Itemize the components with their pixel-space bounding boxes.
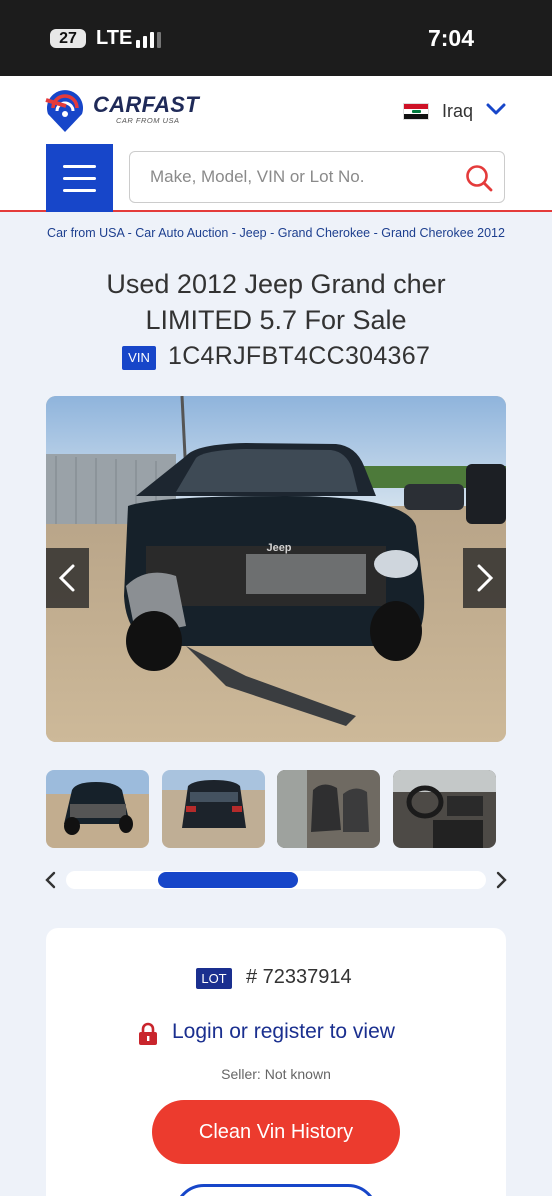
thumbnail-3[interactable]	[277, 770, 380, 848]
signal-icon	[136, 30, 166, 48]
thumbnail-4[interactable]	[393, 770, 496, 848]
next-photo-button[interactable]	[463, 548, 506, 608]
lot-number: # 72337914	[246, 966, 352, 988]
menu-button[interactable]	[46, 144, 113, 212]
search-input[interactable]	[150, 167, 450, 187]
chevron-left-icon	[58, 564, 75, 592]
thumbnail-1[interactable]	[46, 770, 149, 848]
breadcrumb-grand-cherokee-2012[interactable]: Grand Cherokee 2012	[381, 226, 505, 240]
breadcrumb-jeep[interactable]: Jeep	[240, 226, 267, 240]
main-vehicle-photo[interactable]: Jeep	[46, 396, 506, 742]
svg-text:Jeep: Jeep	[266, 542, 291, 554]
country-selector[interactable]: Iraq	[442, 101, 473, 122]
clock: 7:04	[427, 25, 474, 51]
lot-info-card: LOT # 72337914 Login or register to view…	[46, 928, 506, 1196]
scroll-left-icon[interactable]	[44, 870, 58, 890]
network-type: LTE	[96, 27, 133, 49]
thumbnail-scrollbar[interactable]	[66, 871, 486, 889]
logo-icon[interactable]	[44, 86, 86, 134]
scrollbar-thumb[interactable]	[158, 872, 298, 888]
login-register-link[interactable]: Login or register to view	[172, 1020, 395, 1044]
status-badge: 27	[50, 29, 86, 48]
site-header: CARFAST CAR FROM USA Iraq	[0, 76, 552, 142]
search-icon[interactable]	[464, 163, 494, 193]
brand-name[interactable]: CARFAST	[93, 92, 199, 118]
vin-badge: VIN	[122, 346, 156, 370]
vin-number: 1C4RJFBT4CC304367	[168, 342, 431, 370]
breadcrumb: Car from USA - Car Auto Auction - Jeep -…	[47, 226, 505, 240]
scroll-right-icon[interactable]	[494, 870, 508, 890]
chevron-down-icon[interactable]	[486, 102, 506, 116]
previous-photo-button[interactable]	[46, 548, 89, 608]
secondary-button[interactable]	[174, 1184, 378, 1196]
status-bar: 27 LTE 7:04	[0, 0, 552, 76]
search-box	[129, 151, 505, 203]
brand-tagline: CAR FROM USA	[116, 116, 180, 125]
iraq-flag-icon[interactable]	[403, 103, 429, 120]
search-bar	[0, 142, 552, 212]
thumbnail-2[interactable]	[162, 770, 265, 848]
clean-vin-history-button[interactable]: Clean Vin History	[152, 1100, 400, 1164]
seller-info: Seller: Not known	[221, 1066, 331, 1082]
breadcrumb-car-auto-auction[interactable]: Car Auto Auction	[135, 226, 228, 240]
chevron-right-icon	[477, 564, 494, 592]
page-title: Used 2012 Jeep Grand cher LIMITED 5.7 Fo…	[106, 269, 446, 335]
breadcrumb-car-from-usa[interactable]: Car from USA	[47, 226, 124, 240]
breadcrumb-grand-cherokee[interactable]: Grand Cherokee	[278, 226, 370, 240]
lock-icon	[139, 1022, 157, 1045]
lot-badge: LOT	[196, 968, 232, 989]
